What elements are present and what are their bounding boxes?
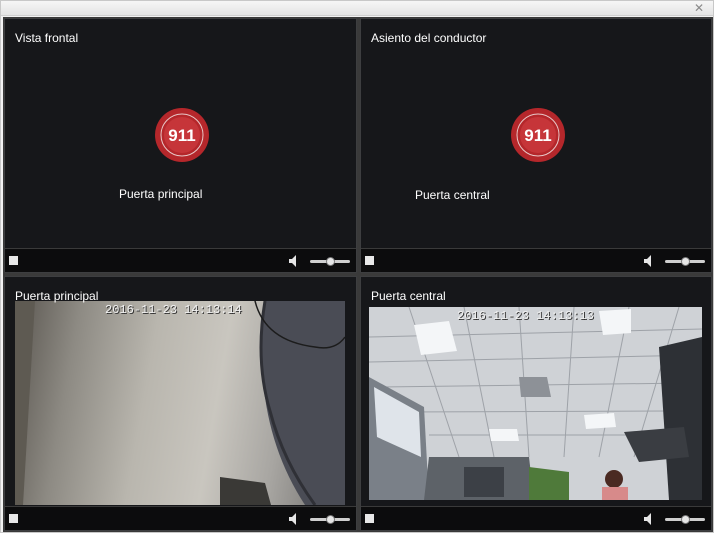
911-logo-icon: 911 bbox=[511, 108, 565, 162]
stop-icon[interactable] bbox=[365, 256, 374, 265]
feed-scene bbox=[369, 307, 702, 500]
camera-feed: 2016-11-23 14:13:14 bbox=[15, 301, 345, 505]
stop-icon[interactable] bbox=[9, 514, 18, 523]
video-pane-1[interactable]: Vista frontal 911 Puerta principal bbox=[4, 18, 357, 273]
speaker-icon[interactable] bbox=[288, 512, 302, 526]
stop-icon[interactable] bbox=[365, 514, 374, 523]
logo-text: 911 bbox=[524, 126, 551, 145]
volume-slider[interactable] bbox=[310, 257, 350, 266]
title-bar: ✕ bbox=[1, 1, 713, 16]
pane-controls bbox=[5, 248, 356, 272]
pane-controls bbox=[5, 506, 356, 530]
pane-label: Puerta central bbox=[371, 289, 446, 303]
video-area: Vista frontal 911 Puerta principal bbox=[5, 19, 356, 248]
camera-feed: 2016-11-23 14:13:13 bbox=[369, 307, 702, 500]
stop-icon[interactable] bbox=[9, 256, 18, 265]
pane-label: Vista frontal bbox=[15, 31, 79, 45]
video-area: Puerta principal 2016-11-23 14:13:14 bbox=[5, 277, 356, 506]
video-pane-4[interactable]: Puerta central 2016-11-23 14:13:13 bbox=[360, 276, 712, 531]
pane-controls bbox=[361, 506, 711, 530]
center-caption: Puerta principal bbox=[119, 187, 203, 201]
player-window: ✕ Vista frontal 911 Puerta principal Asi… bbox=[0, 0, 714, 533]
video-timestamp: 2016-11-23 14:13:14 bbox=[105, 303, 242, 317]
close-icon[interactable]: ✕ bbox=[693, 2, 705, 14]
center-caption: Puerta central bbox=[415, 188, 490, 202]
video-grid: Vista frontal 911 Puerta principal Asien… bbox=[3, 17, 713, 532]
speaker-icon[interactable] bbox=[643, 254, 657, 268]
feed-scene bbox=[15, 301, 345, 505]
pane-label: Asiento del conductor bbox=[371, 31, 487, 45]
volume-slider[interactable] bbox=[665, 257, 705, 266]
video-pane-2[interactable]: Asiento del conductor 911 Puerta central bbox=[360, 18, 712, 273]
video-area: Asiento del conductor 911 Puerta central bbox=[361, 19, 711, 248]
speaker-icon[interactable] bbox=[643, 512, 657, 526]
speaker-icon[interactable] bbox=[288, 254, 302, 268]
logo-text: 911 bbox=[168, 126, 195, 145]
pane-label: Puerta principal bbox=[15, 289, 99, 303]
volume-slider[interactable] bbox=[665, 515, 705, 524]
video-area: Puerta central 2016-11-23 14:13:13 bbox=[361, 277, 711, 506]
pane-controls bbox=[361, 248, 711, 272]
911-logo-icon: 911 bbox=[155, 108, 209, 162]
volume-slider[interactable] bbox=[310, 515, 350, 524]
video-timestamp: 2016-11-23 14:13:13 bbox=[457, 309, 594, 323]
video-pane-3[interactable]: Puerta principal 2016-11-23 14:13:14 bbox=[4, 276, 357, 531]
